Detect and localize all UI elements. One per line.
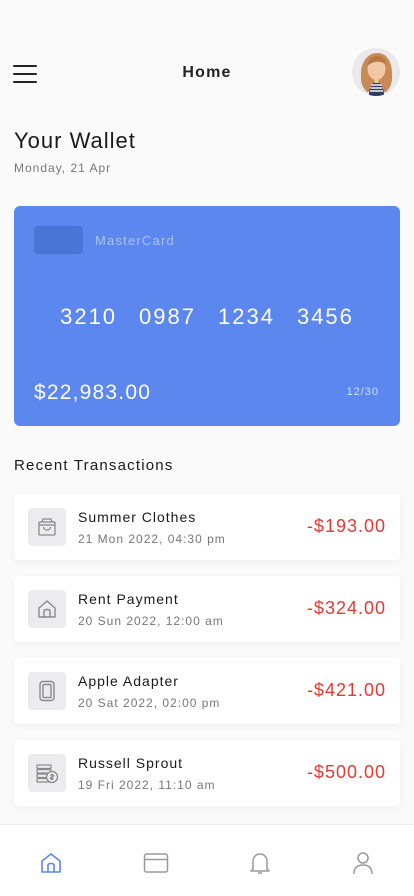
wallet-heading: Your Wallet <box>14 128 136 153</box>
mastercard-card[interactable]: MasterCard 3210 0987 1234 3456 $22,983.0… <box>14 206 400 426</box>
card-number-group: 3210 <box>60 304 118 329</box>
card-number-group: 3456 <box>296 304 354 329</box>
transaction-item[interactable]: Rent Payment 20 Sun 2022, 12:00 am -$324… <box>14 576 400 642</box>
transaction-item[interactable]: Summer Clothes 21 Mon 2022, 04:30 pm -$1… <box>14 494 400 560</box>
card-number: 3210 0987 1234 3456 <box>14 304 400 330</box>
transaction-date: 21 Mon 2022, 04:30 pm <box>78 532 226 546</box>
transaction-date: 20 Sun 2022, 12:00 am <box>78 614 224 628</box>
card-chip <box>34 226 83 254</box>
recent-transactions-heading: Recent Transactions <box>14 457 174 474</box>
wallet-screen: Home Your Wallet Monday, 21 Apr MasterCa… <box>0 0 414 896</box>
credit-card-icon[interactable] <box>142 849 170 877</box>
card-expiry: 12/30 <box>346 386 379 398</box>
transaction-amount: -$324.00 <box>306 598 386 618</box>
money-icon <box>28 754 66 792</box>
transaction-amount: -$421.00 <box>306 680 386 700</box>
home-icon[interactable] <box>37 849 65 877</box>
profile-icon[interactable] <box>349 849 377 877</box>
transaction-date: 20 Sat 2022, 02:00 pm <box>78 696 221 710</box>
transaction-name: Summer Clothes <box>78 509 197 525</box>
card-brand: MasterCard <box>95 233 175 248</box>
wallet-date: Monday, 21 Apr <box>14 161 112 175</box>
transaction-item[interactable]: Russell Sprout 19 Fri 2022, 11:10 am -$5… <box>14 740 400 806</box>
transaction-name: Russell Sprout <box>78 755 184 771</box>
card-number-group: 0987 <box>139 304 196 329</box>
bell-icon[interactable] <box>246 849 274 877</box>
card-number-group: 1234 <box>218 304 275 329</box>
transaction-amount: -$500.00 <box>306 762 386 782</box>
house-icon <box>28 590 66 628</box>
phone-icon <box>28 672 66 710</box>
transaction-amount: -$193.00 <box>306 516 386 536</box>
shopping-bag-icon <box>28 508 66 546</box>
bottom-navigation <box>0 824 414 896</box>
user-avatar[interactable] <box>352 48 400 96</box>
transaction-name: Apple Adapter <box>78 673 179 689</box>
card-balance: $22,983.00 <box>34 381 152 404</box>
transaction-date: 19 Fri 2022, 11:10 am <box>78 778 216 792</box>
app-header: Home <box>0 44 414 104</box>
transaction-item[interactable]: Apple Adapter 20 Sat 2022, 02:00 pm -$42… <box>14 658 400 724</box>
transaction-name: Rent Payment <box>78 591 179 607</box>
